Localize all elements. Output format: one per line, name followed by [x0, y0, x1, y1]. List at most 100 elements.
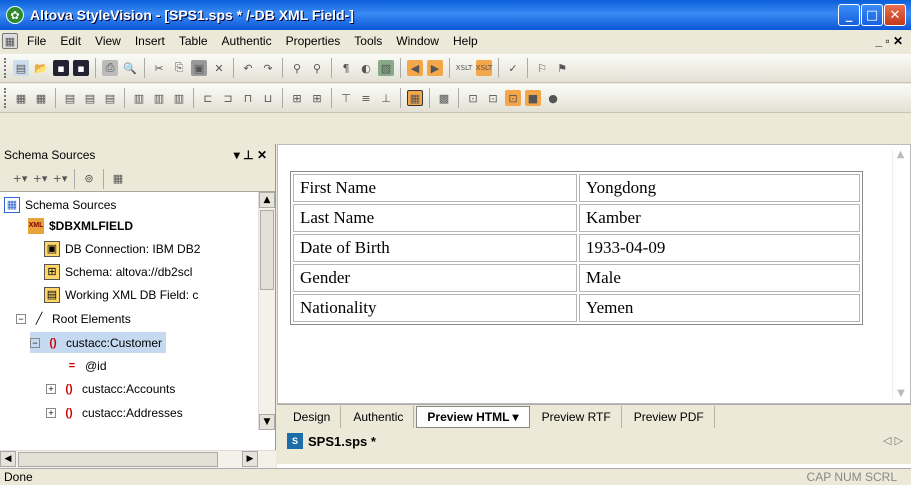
palette-icon[interactable]: ●	[545, 90, 561, 106]
edit-schema-icon[interactable]: ▦	[110, 171, 126, 187]
append-row-icon[interactable]: ▤	[82, 90, 98, 106]
tab-scroll-arrows[interactable]: ◁ ▷	[883, 434, 903, 447]
tab-authentic[interactable]: Authentic	[343, 405, 415, 428]
print-icon[interactable]: ⎙	[102, 60, 118, 76]
scroll-right-icon[interactable]: ▶	[242, 451, 258, 467]
paragraph-icon[interactable]: ¶	[338, 60, 354, 76]
altova-app-icon[interactable]: ✿	[6, 6, 24, 24]
menu-insert[interactable]: Insert	[128, 34, 172, 48]
menu-window[interactable]: Window	[389, 34, 446, 48]
save-icon[interactable]: ▪	[53, 60, 69, 76]
tab-preview-rtf[interactable]: Preview RTF	[532, 405, 622, 428]
tree-node-working-xml[interactable]: ▤ Working XML DB Field: c	[44, 284, 198, 305]
menu-tools[interactable]: Tools	[347, 34, 389, 48]
markup-orange-icon[interactable]: ⊡	[505, 90, 521, 106]
menu-file[interactable]: File	[20, 34, 53, 48]
refresh-icon[interactable]: ⊚	[81, 171, 97, 187]
tree-node-root-elements[interactable]: − ╱ Root Elements	[16, 308, 131, 329]
spellcheck-icon[interactable]: ✓	[505, 60, 521, 76]
find-next-icon[interactable]: ⚲	[309, 60, 325, 76]
xslt10-icon[interactable]: XSLT	[456, 60, 472, 76]
table-icon[interactable]: ▦	[13, 90, 29, 106]
tree-node-id-attribute[interactable]: = @id	[64, 355, 107, 376]
tree-node-schema[interactable]: ⊞ Schema: altova://db2scl	[44, 261, 192, 282]
grid-highlight-icon[interactable]: ▦	[407, 90, 423, 106]
new-icon[interactable]: ▤	[13, 60, 29, 76]
expand-icon[interactable]: +	[46, 407, 56, 418]
join-up-icon[interactable]: ⊓	[240, 90, 256, 106]
cut-icon[interactable]: ✂	[151, 60, 167, 76]
markup-icon[interactable]: ⊡	[465, 90, 481, 106]
collapse-icon[interactable]: −	[16, 313, 26, 324]
detach-icon[interactable]: ⚑	[554, 60, 570, 76]
close-button[interactable]: ✕	[884, 4, 906, 26]
align-top-icon[interactable]: ⊤	[338, 90, 354, 106]
tree-node-accounts[interactable]: + () custacc:Accounts	[46, 378, 175, 399]
tab-preview-pdf[interactable]: Preview PDF	[624, 405, 715, 428]
menu-properties[interactable]: Properties	[279, 34, 348, 48]
minimize-button[interactable]: _	[838, 4, 860, 26]
save-all-icon[interactable]: ▪	[73, 60, 89, 76]
tree-node-db-connection[interactable]: ▣ DB Connection: IBM DB2	[44, 238, 200, 259]
menu-help[interactable]: Help	[446, 34, 485, 48]
color-block-icon[interactable]: ■	[525, 90, 541, 106]
split-h-icon[interactable]: ⊞	[289, 90, 305, 106]
tree-node-schema-sources[interactable]: ▦ Schema Sources	[4, 194, 116, 215]
file-tab-sps1[interactable]: S SPS1.sps *	[287, 430, 376, 452]
delete-row-icon[interactable]: ▤	[102, 90, 118, 106]
scroll-left-icon[interactable]: ◀	[0, 451, 16, 467]
tree-node-customer[interactable]: − () custacc:Customer	[30, 332, 167, 353]
document-menu-icon[interactable]: ▦	[2, 33, 18, 49]
menu-edit[interactable]: Edit	[53, 34, 88, 48]
preview-scrollbar[interactable]: ▲ ▼	[892, 149, 908, 399]
add-element-icon[interactable]: +▾	[32, 171, 48, 187]
toolbar-grip-2[interactable]	[4, 88, 7, 108]
scroll-down-icon[interactable]: ▼	[893, 388, 909, 399]
insert-col-icon[interactable]: ▥	[131, 90, 147, 106]
tree-node-dbxmlfield[interactable]: XML $DBXMLFIELD	[28, 215, 133, 236]
tree-node-addresses[interactable]: + () custacc:Addresses	[46, 402, 183, 423]
find-icon[interactable]: ⚲	[289, 60, 305, 76]
join-left-icon[interactable]: ⊏	[200, 90, 216, 106]
join-down-icon[interactable]: ⊔	[260, 90, 276, 106]
tab-preview-html[interactable]: Preview HTML ▾	[416, 405, 530, 428]
tab-design[interactable]: Design	[283, 405, 342, 428]
align-middle-icon[interactable]: ≡	[358, 90, 374, 106]
align-bottom-icon[interactable]: ⊥	[378, 90, 394, 106]
insert-row-icon[interactable]: ▤	[62, 90, 78, 106]
delete-col-icon[interactable]: ▥	[171, 90, 187, 106]
split-v-icon[interactable]: ⊞	[309, 90, 325, 106]
expand-icon[interactable]: +	[46, 383, 56, 394]
add-schema-icon[interactable]: +▾	[12, 171, 28, 187]
maximize-button[interactable]: □	[861, 4, 883, 26]
tree-vertical-scrollbar[interactable]: ▲ ▼	[258, 192, 275, 430]
mdi-controls[interactable]: _ ▫ ✕	[875, 34, 903, 48]
copy-icon[interactable]: ⎘	[171, 60, 187, 76]
table-alt-icon[interactable]: ▦	[33, 90, 49, 106]
image-icon[interactable]: ▧	[378, 60, 394, 76]
delete-icon[interactable]: ✕	[211, 60, 227, 76]
tree-scroll-thumb[interactable]	[260, 210, 274, 290]
design-tool-icon[interactable]: ◐	[358, 60, 374, 76]
join-right-icon[interactable]: ⊐	[220, 90, 236, 106]
menu-authentic[interactable]: Authentic	[215, 34, 279, 48]
scroll-up-icon[interactable]: ▲	[893, 149, 908, 160]
xslt20-icon[interactable]: XSLT	[476, 60, 492, 76]
undo-icon[interactable]: ↶	[240, 60, 256, 76]
collapse-icon[interactable]: −	[30, 337, 40, 348]
print-preview-icon[interactable]: 🔍	[122, 60, 138, 76]
markup-small-icon[interactable]: ⊡	[485, 90, 501, 106]
scroll-up-icon[interactable]: ▲	[259, 192, 275, 208]
h-scroll-thumb[interactable]	[18, 452, 218, 467]
append-col-icon[interactable]: ▥	[151, 90, 167, 106]
menu-table[interactable]: Table	[172, 34, 215, 48]
open-icon[interactable]: 📂	[33, 60, 49, 76]
menu-view[interactable]: View	[88, 34, 128, 48]
table-props-icon[interactable]: ▩	[436, 90, 452, 106]
pane-controls[interactable]: ▾ ⊥ ✕	[234, 148, 267, 162]
paste-icon[interactable]: ▣	[191, 60, 207, 76]
add-attr-icon[interactable]: +▾	[52, 171, 68, 187]
toolbar-grip[interactable]	[4, 58, 7, 78]
nav-left-icon[interactable]: ◀	[407, 60, 423, 76]
redo-icon[interactable]: ↷	[260, 60, 276, 76]
